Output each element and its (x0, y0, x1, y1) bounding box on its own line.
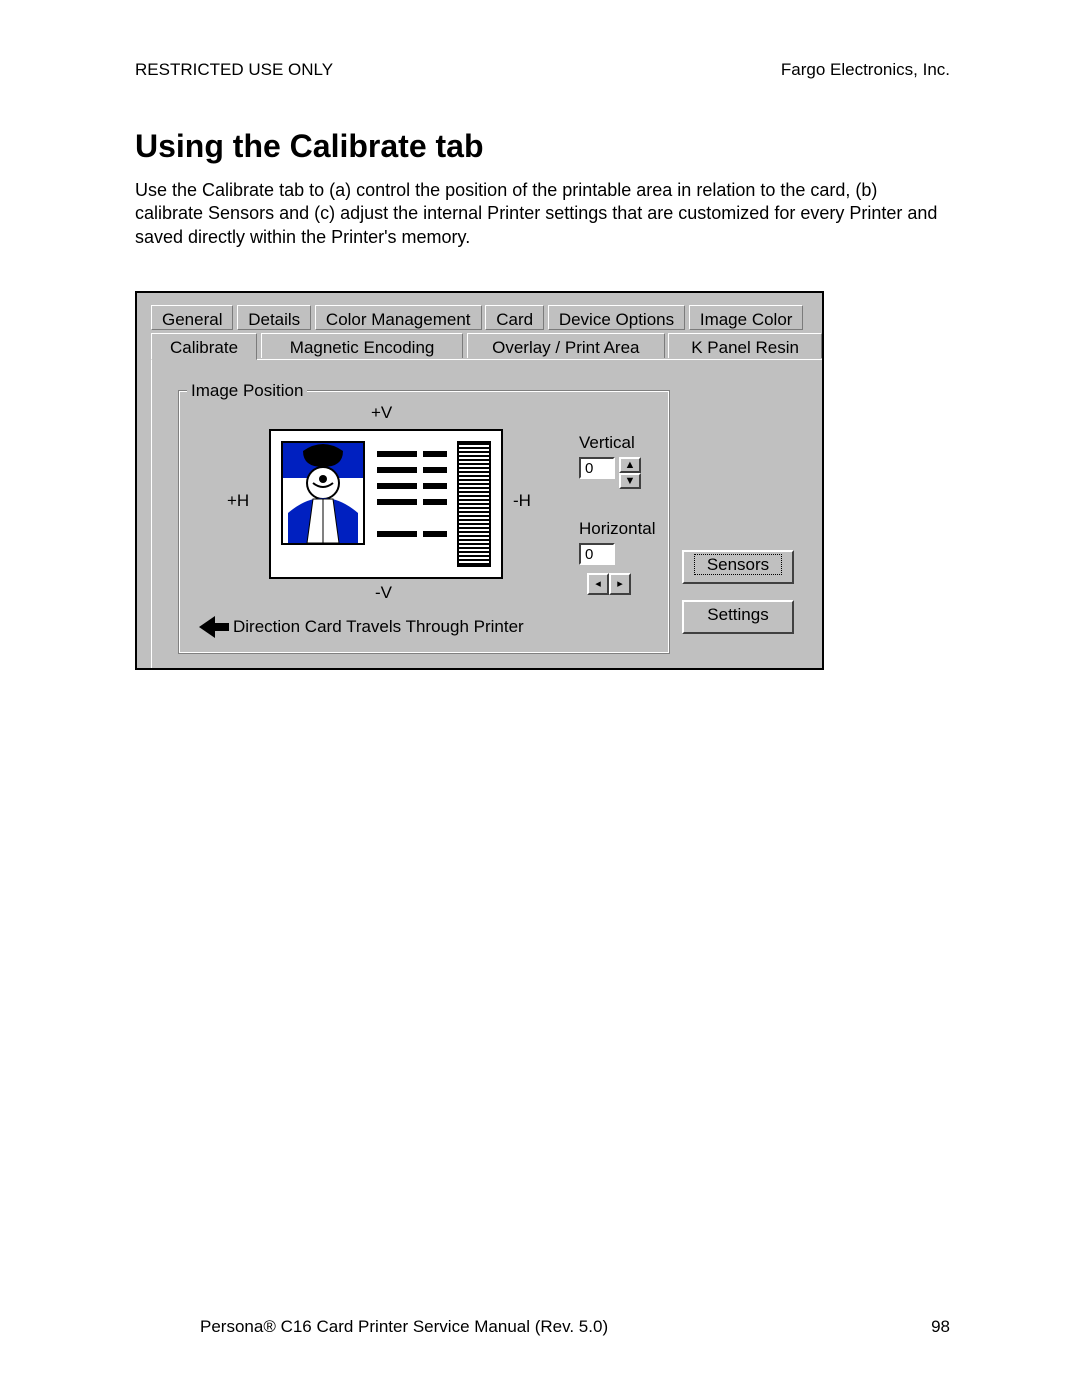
vertical-spinner[interactable]: ▲ ▼ (579, 457, 641, 489)
axis-minus-v: -V (375, 583, 392, 603)
tab-magnetic-encoding[interactable]: Magnetic Encoding (261, 333, 464, 358)
settings-button[interactable]: Settings (682, 600, 794, 634)
tab-calibrate[interactable]: Calibrate (151, 333, 257, 360)
calibrate-dialog: General Details Color Management Card De… (135, 291, 824, 670)
card-barcode-icon (457, 441, 491, 567)
tab-row-front: Calibrate Magnetic Encoding Overlay / Pr… (151, 333, 821, 360)
tab-device-options[interactable]: Device Options (548, 305, 685, 330)
intro-paragraph: Use the Calibrate tab to (a) control the… (135, 179, 950, 249)
footer-manual: Persona® C16 Card Printer Service Manual… (200, 1317, 608, 1337)
tab-card[interactable]: Card (485, 305, 544, 330)
group-label: Image Position (187, 381, 307, 401)
tab-color-management[interactable]: Color Management (315, 305, 482, 330)
tab-general[interactable]: General (151, 305, 233, 330)
axis-minus-h: -H (513, 491, 531, 511)
horizontal-input[interactable] (579, 543, 615, 565)
tab-panel: Image Position +V -V +H -H (151, 359, 822, 668)
tab-details[interactable]: Details (237, 305, 311, 330)
arrow-left-icon (199, 616, 229, 638)
horizontal-right-button[interactable]: ▸ (609, 573, 631, 595)
horizontal-left-button[interactable]: ◂ (587, 573, 609, 595)
sensors-button[interactable]: Sensors (682, 550, 794, 584)
header-company: Fargo Electronics, Inc. (781, 60, 950, 80)
image-position-group: Image Position +V -V +H -H (178, 390, 670, 654)
vertical-input[interactable] (579, 457, 615, 479)
card-preview (269, 429, 503, 579)
vertical-down-button[interactable]: ▼ (619, 473, 641, 489)
direction-indicator: Direction Card Travels Through Printer (199, 616, 524, 638)
axis-plus-v: +V (371, 403, 392, 423)
direction-text: Direction Card Travels Through Printer (233, 617, 524, 637)
card-photo-icon (281, 441, 365, 545)
axis-plus-h: +H (227, 491, 249, 511)
tab-k-panel-resin[interactable]: K Panel Resin (668, 333, 822, 358)
page-number: 98 (931, 1317, 950, 1337)
vertical-up-button[interactable]: ▲ (619, 457, 641, 473)
header-restricted: RESTRICTED USE ONLY (135, 60, 333, 80)
tab-row-back: General Details Color Management Card De… (151, 305, 802, 330)
vertical-label: Vertical (579, 433, 635, 453)
horizontal-label: Horizontal (579, 519, 656, 539)
page-title: Using the Calibrate tab (135, 128, 950, 165)
tab-image-color[interactable]: Image Color (689, 305, 804, 330)
tab-overlay-print-area[interactable]: Overlay / Print Area (467, 333, 664, 358)
